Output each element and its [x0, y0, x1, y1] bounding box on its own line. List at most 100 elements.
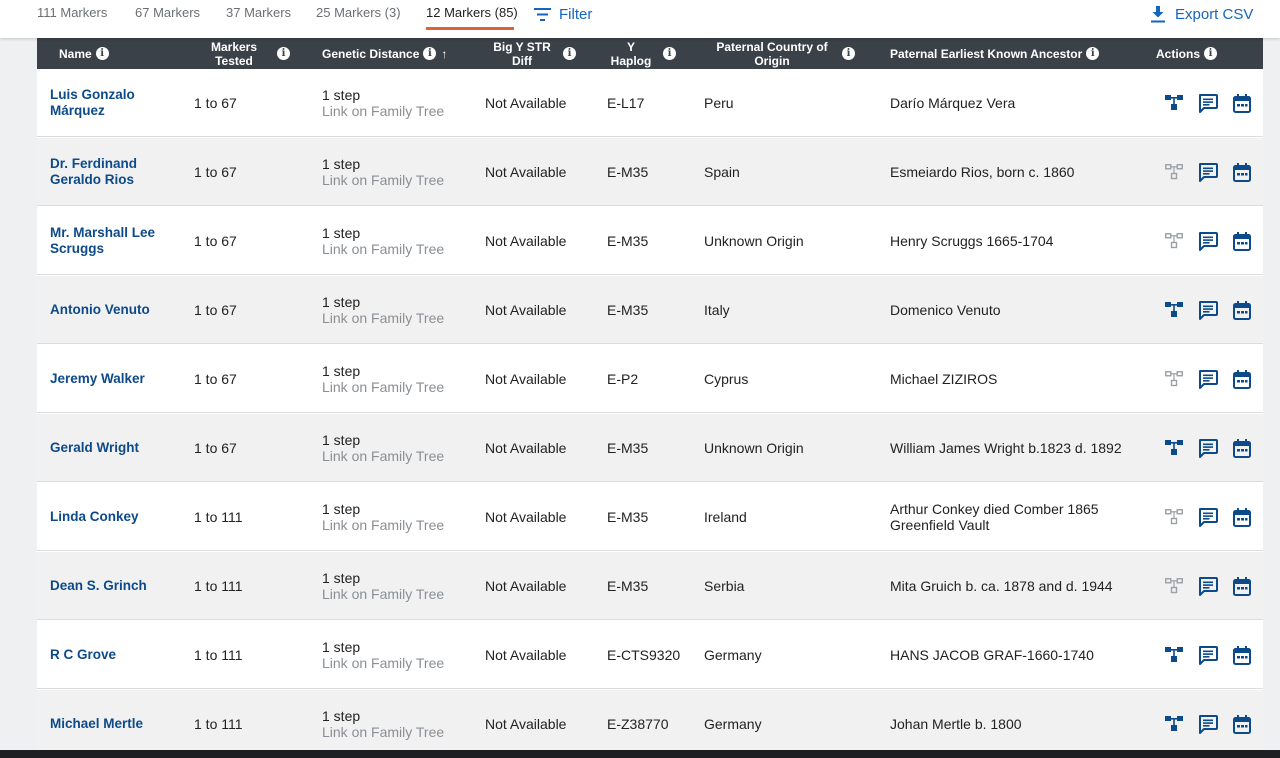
family-tree-link[interactable]: Link on Family Tree: [322, 724, 444, 740]
family-tree-link[interactable]: Link on Family Tree: [322, 103, 444, 119]
header-y-haplog[interactable]: Y Haplog i: [607, 38, 676, 69]
family-tree-icon[interactable]: [1163, 575, 1185, 597]
markers-tested-cell: 1 to 111: [194, 578, 243, 594]
match-name-link[interactable]: Luis Gonzalo Márquez: [50, 87, 170, 119]
family-tree-icon[interactable]: [1163, 506, 1185, 528]
ancestor-value: Mita Gruich b. ca. 1878 and d. 1944: [890, 578, 1113, 594]
notes-icon[interactable]: [1197, 230, 1219, 252]
haplogroup-cell: E-M35: [607, 509, 649, 525]
active-tab-indicator: [426, 27, 514, 30]
calendar-icon[interactable]: [1231, 368, 1253, 390]
export-csv-button[interactable]: Export CSV: [1150, 4, 1253, 24]
match-name-link[interactable]: Mr. Marshall Lee Scruggs: [50, 225, 170, 257]
header-genetic-distance[interactable]: Genetic Distance i ↑: [322, 38, 447, 69]
match-name-link[interactable]: Antonio Venuto: [50, 302, 170, 318]
calendar-icon[interactable]: [1231, 92, 1253, 114]
match-name-link[interactable]: Jeremy Walker: [50, 371, 170, 387]
info-icon[interactable]: i: [663, 47, 676, 60]
family-tree-icon[interactable]: [1163, 92, 1185, 114]
info-icon[interactable]: i: [277, 47, 290, 60]
filter-button[interactable]: Filter: [534, 4, 592, 24]
family-tree-link[interactable]: Link on Family Tree: [322, 310, 444, 326]
calendar-icon[interactable]: [1231, 506, 1253, 528]
calendar-icon[interactable]: [1231, 299, 1253, 321]
tab-67-markers[interactable]: 67 Markers: [135, 0, 200, 30]
header-ancestor[interactable]: Paternal Earliest Known Ancestor i: [890, 38, 1100, 69]
info-icon[interactable]: i: [1086, 47, 1100, 60]
header-country[interactable]: Paternal Country of Origin i: [709, 38, 855, 69]
match-name-link[interactable]: Linda Conkey: [50, 509, 170, 525]
family-tree-link[interactable]: Link on Family Tree: [322, 379, 444, 395]
calendar-icon[interactable]: [1231, 644, 1253, 666]
big-y-cell: Not Available: [485, 716, 567, 732]
info-icon[interactable]: i: [1204, 47, 1218, 60]
notes-icon[interactable]: [1197, 437, 1219, 459]
tab-111-markers[interactable]: 111 Markers: [37, 0, 107, 30]
match-name-link[interactable]: Dean S. Grinch: [50, 578, 170, 594]
info-icon[interactable]: i: [95, 47, 109, 60]
match-name-link[interactable]: Gerald Wright: [50, 440, 170, 456]
family-tree-icon[interactable]: [1163, 368, 1185, 390]
family-tree-link[interactable]: Link on Family Tree: [322, 241, 444, 257]
tab-25-markers[interactable]: 25 Markers (3): [316, 0, 401, 30]
table-row: Gerald Wright 1 to 67 1 step Link on Family…: [37, 414, 1263, 482]
family-tree-icon[interactable]: [1163, 230, 1185, 252]
header-name-label: Name: [59, 46, 92, 61]
info-icon[interactable]: i: [423, 47, 437, 60]
name-cell: Luis Gonzalo Márquez: [50, 69, 170, 137]
family-tree-link[interactable]: Link on Family Tree: [322, 448, 444, 464]
family-tree-link[interactable]: Link on Family Tree: [322, 172, 444, 188]
match-name-link[interactable]: R C Grove: [50, 647, 170, 663]
family-tree-icon[interactable]: [1163, 713, 1185, 735]
header-markers-tested[interactable]: Markers Tested i: [205, 38, 290, 69]
notes-icon[interactable]: [1197, 161, 1219, 183]
family-tree-icon[interactable]: [1163, 161, 1185, 183]
top-toolbar: 111 Markers 67 Markers 37 Markers 25 Mar…: [0, 0, 1280, 38]
notes-icon[interactable]: [1197, 92, 1219, 114]
big-y-cell: Not Available: [485, 371, 567, 387]
table-row: Antonio Venuto 1 to 67 1 step Link on Famil…: [37, 276, 1263, 344]
table-row: Dean S. Grinch 1 to 111 1 step Link on Fami…: [37, 552, 1263, 620]
notes-icon[interactable]: [1197, 575, 1219, 597]
info-icon[interactable]: i: [563, 47, 576, 60]
filter-label: Filter: [559, 5, 593, 23]
calendar-icon[interactable]: [1231, 713, 1253, 735]
info-icon[interactable]: i: [842, 47, 855, 60]
big-y-cell: Not Available: [485, 233, 567, 249]
download-icon: [1151, 5, 1165, 22]
genetic-distance-cell: 1 step Link on Family Tree: [322, 552, 444, 620]
calendar-icon[interactable]: [1231, 437, 1253, 459]
sort-arrow-icon[interactable]: ↑: [441, 47, 447, 61]
family-tree-link[interactable]: Link on Family Tree: [322, 517, 444, 533]
haplogroup-cell: E-M35: [607, 440, 649, 456]
family-tree-link[interactable]: Link on Family Tree: [322, 586, 444, 602]
notes-icon[interactable]: [1197, 506, 1219, 528]
match-name-link[interactable]: Michael Mertle: [50, 716, 170, 732]
notes-icon[interactable]: [1197, 644, 1219, 666]
tab-37-markers[interactable]: 37 Markers: [226, 0, 291, 30]
family-tree-icon[interactable]: [1163, 437, 1185, 459]
genetic-distance-cell: 1 step Link on Family Tree: [322, 483, 444, 551]
genetic-distance-cell: 1 step Link on Family Tree: [322, 345, 444, 413]
genetic-distance-value: 1 step: [322, 294, 361, 310]
family-tree-icon[interactable]: [1163, 299, 1185, 321]
notes-icon[interactable]: [1197, 713, 1219, 735]
notes-icon[interactable]: [1197, 299, 1219, 321]
family-tree-link[interactable]: Link on Family Tree: [322, 655, 444, 671]
calendar-icon[interactable]: [1231, 230, 1253, 252]
ancestor-cell: Darío Márquez Vera: [890, 69, 1130, 137]
markers-tested-cell: 1 to 67: [194, 440, 237, 456]
header-big-y-str-diff[interactable]: Big Y STR Diff i: [487, 38, 576, 69]
header-name[interactable]: Name i: [59, 38, 109, 69]
tab-12-markers[interactable]: 12 Markers (85): [426, 0, 518, 30]
family-tree-icon[interactable]: [1163, 644, 1185, 666]
calendar-icon[interactable]: [1231, 161, 1253, 183]
notes-icon[interactable]: [1197, 368, 1219, 390]
haplogroup-cell: E-M35: [607, 302, 649, 318]
calendar-icon[interactable]: [1231, 575, 1253, 597]
match-name-link[interactable]: Dr. Ferdinand Geraldo Rios: [50, 156, 170, 188]
table-row: R C Grove 1 to 111 1 step Link on Family Tr…: [37, 621, 1263, 689]
genetic-distance-value: 1 step: [322, 156, 361, 172]
country-cell: Germany: [704, 647, 762, 663]
name-cell: Michael Mertle: [50, 690, 170, 750]
